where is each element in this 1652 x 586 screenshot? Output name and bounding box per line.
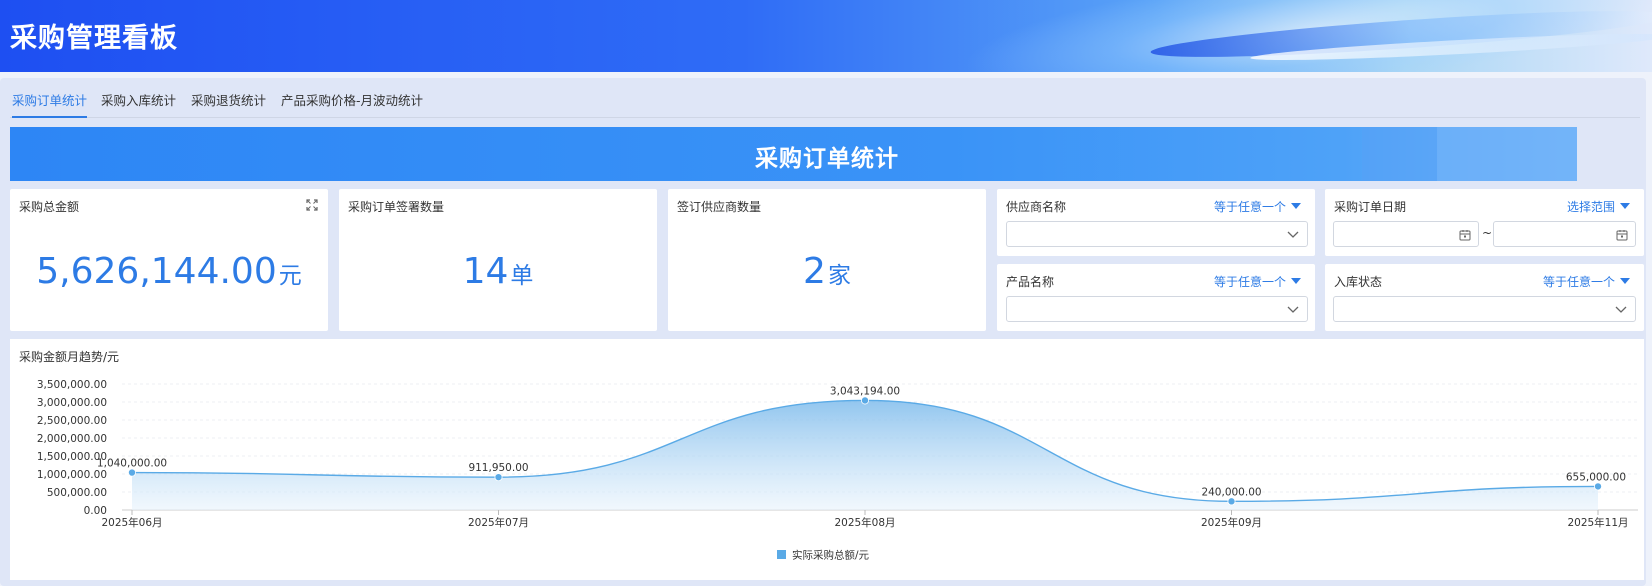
kpi-unit: 元 bbox=[278, 263, 302, 289]
y-tick-label: 2,000,000.00 bbox=[37, 433, 107, 445]
x-tick-label: 2025年08月 bbox=[834, 516, 895, 529]
filter-supplier: 供应商名称 等于任意一个 bbox=[997, 189, 1315, 256]
filter-mode-label: 等于任意一个 bbox=[1213, 200, 1286, 214]
filter-stock-status: 入库状态 等于任意一个 bbox=[1325, 264, 1644, 331]
chevron-down-icon bbox=[1287, 231, 1299, 238]
tab-bar: 采购订单统计 采购入库统计 采购退货统计 产品采购价格-月波动统计 bbox=[10, 80, 1640, 118]
y-axis: 0.00500,000.001,000,000.001,500,000.002,… bbox=[37, 379, 107, 517]
tab-order-stats[interactable]: 采购订单统计 bbox=[12, 90, 88, 118]
filter-product: 产品名称 等于任意一个 bbox=[997, 264, 1315, 331]
kpi-value-block: 14单 bbox=[339, 251, 657, 292]
data-label: 3,043,194.00 bbox=[830, 385, 900, 397]
kpi-label: 签订供应商数量 bbox=[677, 200, 762, 214]
y-tick-label: 3,500,000.00 bbox=[37, 379, 107, 391]
filter-mode-label: 等于任意一个 bbox=[1213, 275, 1286, 289]
y-tick-label: 500,000.00 bbox=[47, 487, 107, 499]
data-point bbox=[1594, 482, 1603, 491]
y-tick-label: 3,000,000.00 bbox=[37, 397, 107, 409]
date-end-input[interactable] bbox=[1493, 221, 1636, 247]
tab-price-fluctuation[interactable]: 产品采购价格-月波动统计 bbox=[281, 90, 423, 118]
caret-down-icon bbox=[1620, 278, 1630, 284]
caret-down-icon bbox=[1620, 203, 1630, 209]
data-label: 1,040,000.00 bbox=[97, 458, 167, 470]
x-tick-label: 2025年06月 bbox=[101, 516, 162, 529]
kpi-value: 14 bbox=[462, 251, 509, 292]
filter-mode-dropdown[interactable]: 等于任意一个 bbox=[1214, 198, 1301, 215]
kpi-card-supplier-count: 签订供应商数量 2家 bbox=[668, 189, 986, 331]
kpi-unit: 单 bbox=[510, 263, 534, 289]
series-area bbox=[132, 400, 1598, 510]
filter-label: 供应商名称 bbox=[1006, 200, 1067, 214]
y-tick-label: 0.00 bbox=[84, 505, 107, 517]
kpi-card-order-count: 采购订单签署数量 14单 bbox=[339, 189, 657, 331]
date-start-input[interactable] bbox=[1333, 221, 1479, 247]
kpi-label: 采购订单签署数量 bbox=[348, 200, 445, 214]
legend-label: 实际采购总额/元 bbox=[792, 549, 870, 562]
kpi-card-total-amount: 采购总金额 5,626,144.00元 bbox=[10, 189, 328, 331]
data-label: 240,000.00 bbox=[1201, 486, 1261, 498]
kpi-label: 采购总金额 bbox=[19, 200, 80, 214]
filter-mode-label: 等于任意一个 bbox=[1542, 275, 1615, 289]
section-banner: 采购订单统计 bbox=[10, 127, 1577, 181]
filter-label: 产品名称 bbox=[1006, 275, 1055, 289]
filter-label: 采购订单日期 bbox=[1334, 200, 1407, 214]
data-point bbox=[861, 396, 870, 405]
section-title: 采购订单统计 bbox=[755, 146, 899, 172]
filter-label: 入库状态 bbox=[1334, 275, 1383, 289]
tab-inbound-stats[interactable]: 采购入库统计 bbox=[101, 90, 176, 118]
filter-order-date: 采购订单日期 选择范围 ~ bbox=[1325, 189, 1644, 256]
data-point bbox=[494, 473, 503, 482]
caret-down-icon bbox=[1291, 203, 1301, 209]
product-select[interactable] bbox=[1006, 296, 1308, 322]
y-tick-label: 1,000,000.00 bbox=[37, 469, 107, 481]
caret-down-icon bbox=[1291, 278, 1301, 284]
kpi-value: 2 bbox=[803, 251, 826, 292]
x-tick-label: 2025年11月 bbox=[1567, 516, 1628, 529]
legend-swatch bbox=[777, 550, 786, 559]
data-label: 655,000.00 bbox=[1566, 471, 1626, 483]
kpi-value: 5,626,144.00 bbox=[36, 251, 277, 292]
filter-mode-label: 选择范围 bbox=[1566, 200, 1615, 214]
y-tick-label: 2,500,000.00 bbox=[37, 415, 107, 427]
chevron-down-icon bbox=[1287, 306, 1299, 313]
trend-chart-card: 采购金额月趋势/元 0.00 500,000.00 1,000,000.00 1,50… bbox=[10, 339, 1644, 580]
expand-icon[interactable] bbox=[306, 199, 318, 211]
tab-return-stats[interactable]: 采购退货统计 bbox=[191, 90, 266, 118]
app-title: 采购管理看板 bbox=[10, 23, 178, 54]
app-header: 采购管理看板 bbox=[0, 0, 1652, 72]
kpi-value-block: 2家 bbox=[668, 251, 986, 292]
kpi-value-block: 5,626,144.00元 bbox=[10, 251, 328, 292]
date-range-separator: ~ bbox=[1482, 226, 1493, 240]
chart-legend[interactable]: 实际采购总额/元 bbox=[777, 549, 870, 562]
chevron-down-icon bbox=[1615, 306, 1627, 313]
filter-mode-dropdown[interactable]: 等于任意一个 bbox=[1543, 273, 1630, 290]
filter-mode-dropdown[interactable]: 选择范围 bbox=[1567, 198, 1630, 215]
data-point bbox=[128, 468, 137, 477]
filter-mode-dropdown[interactable]: 等于任意一个 bbox=[1214, 273, 1301, 290]
trend-chart: 0.00500,000.001,000,000.001,500,000.002,… bbox=[37, 379, 1638, 562]
data-point bbox=[1227, 497, 1236, 506]
x-axis: 2025年06月 2025年07月 2025年08月 2025年09月 2025年11月 bbox=[101, 510, 1629, 529]
x-tick-label: 2025年07月 bbox=[468, 516, 529, 529]
data-label: 911,950.00 bbox=[468, 462, 528, 474]
stock-status-select[interactable] bbox=[1333, 296, 1636, 322]
calendar-icon bbox=[1459, 230, 1471, 241]
x-tick-label: 2025年09月 bbox=[1201, 516, 1262, 529]
calendar-icon bbox=[1616, 230, 1628, 241]
supplier-select[interactable] bbox=[1006, 221, 1308, 247]
kpi-unit: 家 bbox=[827, 263, 851, 289]
